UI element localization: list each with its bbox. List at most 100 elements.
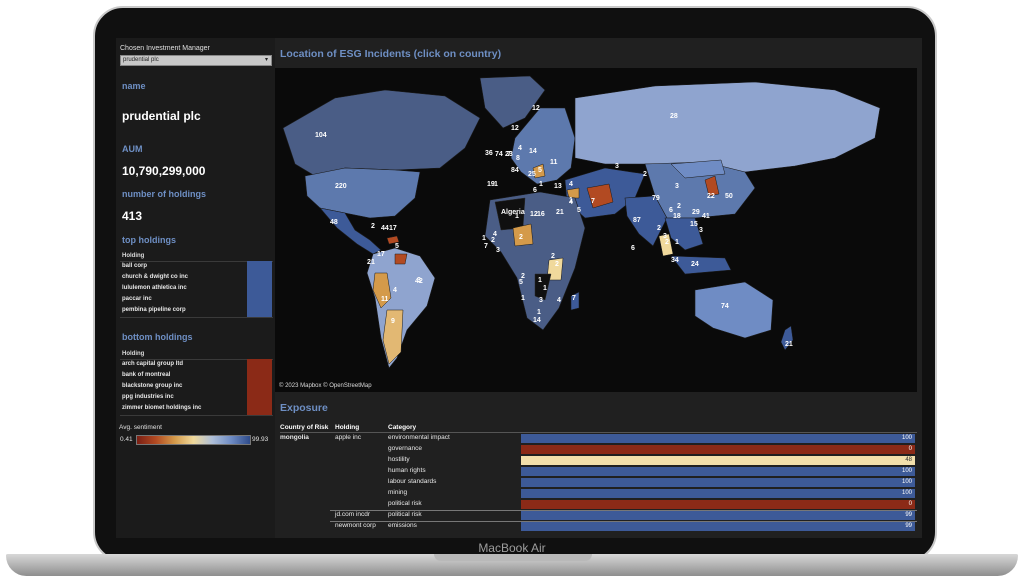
holding-cell[interactable]: jd.com incdr (335, 511, 370, 518)
dashboard-screen: Chosen Investment Manager prudential plc… (116, 38, 922, 538)
sentiment-bar[interactable]: 0 (521, 445, 915, 454)
incident-count-label: 1 (543, 285, 547, 292)
incident-count-label: 2 (491, 237, 495, 244)
incident-count-label: 7 (484, 243, 488, 250)
incident-count-label: 23 (505, 151, 513, 158)
incident-count-label: 22 (707, 193, 715, 200)
sentiment-value: 99 (905, 523, 912, 529)
sentiment-bar[interactable]: 100 (521, 434, 915, 443)
col-country-header: Country of Risk (280, 424, 329, 431)
incident-count-label: 34 (671, 257, 679, 264)
sentiment-bar[interactable]: 100 (521, 489, 915, 498)
incident-count-label: 84 (511, 167, 519, 174)
incident-count-label: 2 (643, 171, 647, 178)
incident-count-label: 1 (675, 239, 679, 246)
incident-count-label: 18 (673, 213, 681, 220)
bottom-holding-item[interactable]: bank of montreal (122, 372, 170, 378)
incident-count-label: 4 (493, 231, 497, 238)
incident-count-label: 15 (690, 221, 698, 228)
country-cell: mongolia (280, 434, 309, 441)
bottom-holding-item[interactable]: blackstone group inc (122, 383, 182, 389)
incident-count-label: 3 (615, 163, 619, 170)
col-holding-header: Holding (335, 424, 360, 431)
holding-cell[interactable]: apple inc (335, 434, 361, 441)
sentiment-value: 100 (901, 490, 912, 496)
divider (120, 317, 273, 318)
incident-count-label: 28 (670, 113, 678, 120)
incident-count-label: 11 (550, 159, 558, 166)
incident-count-label: 2 (551, 253, 555, 260)
incident-count-label: 1 (539, 181, 543, 188)
aum-label: AUM (122, 144, 143, 154)
incident-count-label: 16 (537, 211, 545, 218)
col-category-header: Category (388, 424, 417, 431)
incident-count-label: 4 (393, 287, 397, 294)
sentiment-value: 0 (908, 501, 912, 507)
incident-count-label: 5 (577, 207, 581, 214)
holding-cell[interactable]: newmont corp (335, 522, 376, 529)
incident-count-label: 2 (519, 234, 523, 241)
manager-name: prudential plc (122, 109, 201, 123)
incident-count-label: 87 (633, 217, 641, 224)
sentiment-bar[interactable]: 48 (521, 456, 915, 465)
esg-incident-map[interactable]: 104 220 48 2 44 17 5 2 17 1 3 42 11 4 9 12 12 4 7 36 74 23 8 14… (275, 68, 917, 392)
category-cell: environmental impact (388, 434, 450, 441)
incident-count-label: 1 (569, 197, 573, 204)
incident-count-label: 3 (699, 227, 703, 234)
sentiment-bar[interactable]: 100 (521, 478, 915, 487)
incident-count-label: 21 (556, 209, 564, 216)
manager-select[interactable]: prudential plc ▾ (120, 55, 272, 66)
category-cell: labour standards (388, 478, 437, 485)
incident-count-label: 6 (631, 245, 635, 252)
holdings-count-value: 413 (122, 209, 143, 223)
category-cell: hostility (388, 456, 410, 463)
incident-count-label: 2 (677, 203, 681, 210)
category-cell: mining (388, 489, 408, 496)
sentiment-color-ramp (136, 435, 251, 445)
incident-count-label: 74 (495, 151, 503, 158)
bottom-holding-item[interactable]: zimmer biomet holdings inc (122, 405, 201, 411)
aum-value: 10,790,299,000 (122, 164, 206, 178)
filter-label: Chosen Investment Manager (120, 45, 210, 52)
incident-count-label: 4 (557, 297, 561, 304)
top-holding-item[interactable]: ball corp (122, 263, 147, 269)
top-holding-item[interactable]: paccar inc (122, 296, 152, 302)
top-holding-item[interactable]: church & dwight co inc (122, 274, 188, 280)
incident-count-label: 24 (691, 261, 699, 268)
incident-count-label: 4 (569, 181, 573, 188)
incident-count-label: 9 (391, 318, 395, 325)
incident-count-label: 50 (725, 193, 733, 200)
incident-count-label: 1 (537, 309, 541, 316)
top-holding-item[interactable]: lululemon athletica inc (122, 285, 187, 291)
sentiment-legend-max: 99.93 (252, 436, 269, 443)
laptop-notch (434, 554, 592, 561)
incident-count-label: 4 (518, 145, 522, 152)
bottom-holding-item[interactable]: ppg industries inc (122, 394, 174, 400)
divider (280, 432, 917, 433)
sentiment-value: 48 (905, 457, 912, 463)
incident-count-label: 12 (511, 125, 519, 132)
incident-count-label: 42 (415, 278, 423, 285)
category-cell: governance (388, 445, 422, 452)
incident-count-label: 12 (532, 105, 540, 112)
top-holdings-header: Holding (122, 253, 145, 259)
top-holding-item[interactable]: pembina pipeline corp (122, 307, 186, 313)
world-map-svg[interactable]: 104220482 44 1752171342114912124736 74 23814… (275, 68, 917, 392)
sentiment-bar[interactable]: 100 (521, 467, 915, 476)
map-title: Location of ESG Incidents (click on coun… (280, 48, 502, 60)
top-holdings-bar (247, 261, 272, 317)
incident-count-label: 1 (482, 235, 486, 242)
device-label: MacBook Air (478, 541, 546, 555)
incident-count-label: 2 (657, 225, 661, 232)
sentiment-bar[interactable]: 99 (521, 522, 915, 531)
sentiment-bar[interactable]: 0 (521, 500, 915, 509)
sentiment-bar[interactable]: 99 (521, 511, 915, 520)
incident-count-label: 1 (521, 295, 525, 302)
country-name-label: Algeria (501, 209, 525, 216)
incident-count-label: 1 (494, 181, 498, 188)
incident-count-label: 14 (533, 317, 541, 324)
bottom-holding-item[interactable]: arch capital group ltd (122, 361, 183, 367)
incident-count-label: 8 (516, 155, 520, 162)
incident-count-label: 14 (529, 148, 537, 155)
sentiment-legend-title: Avg. sentiment (119, 424, 162, 431)
